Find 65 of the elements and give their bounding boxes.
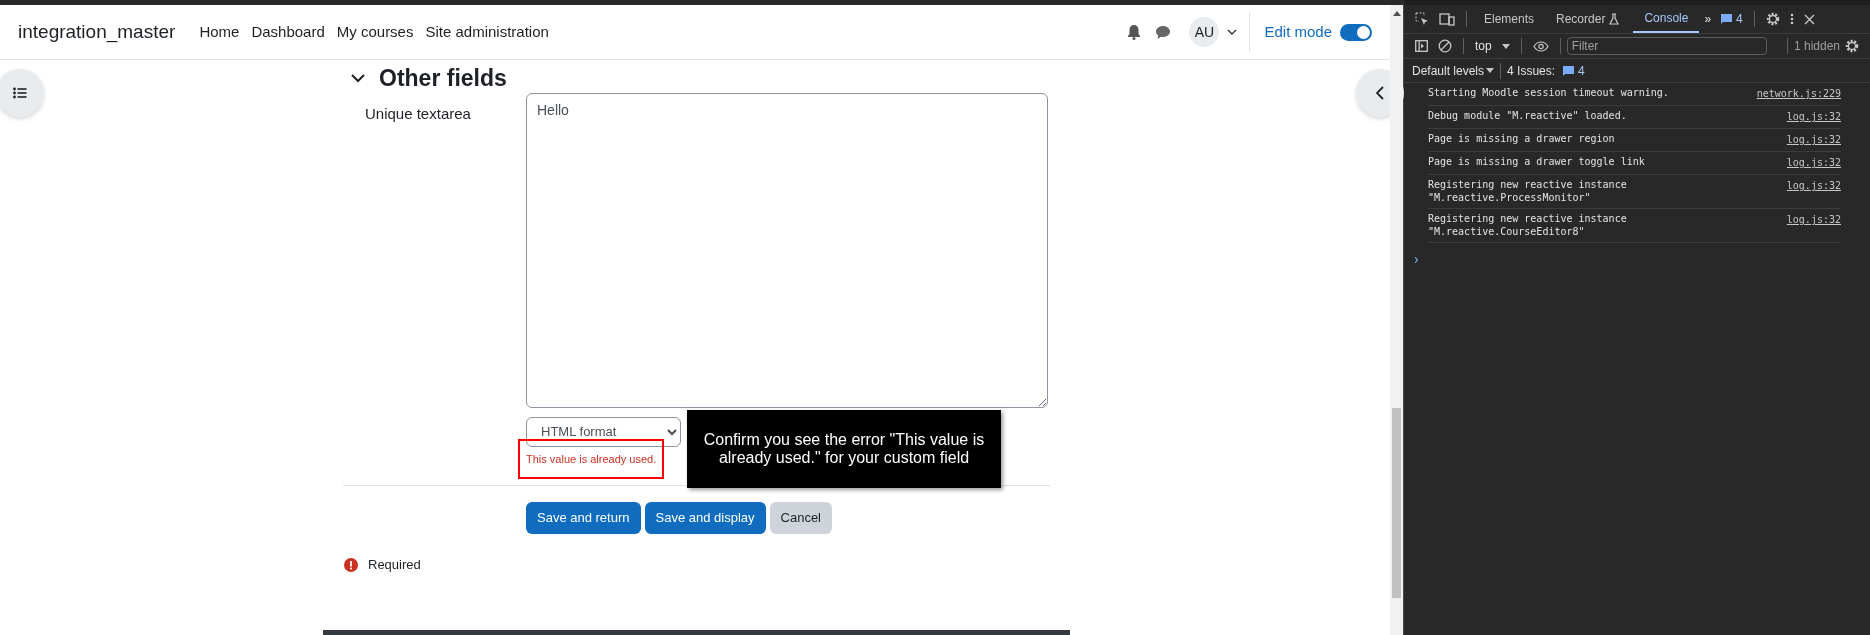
drawer-toggle-button[interactable] — [0, 69, 44, 117]
settings-icon[interactable] — [1765, 12, 1780, 26]
device-icon[interactable] — [1439, 12, 1455, 26]
kebab-menu-icon[interactable] — [1789, 13, 1794, 25]
source-link[interactable]: log.js:32 — [1786, 109, 1841, 124]
chat-icon[interactable] — [1155, 24, 1172, 40]
source-link[interactable]: log.js:32 — [1786, 155, 1841, 170]
hidden-count: 1 hidden — [1793, 38, 1840, 55]
console-message: Page is missing a drawer region — [1428, 132, 1615, 146]
submit-button[interactable]: Save and return — [526, 502, 641, 534]
console-message: Registering new reactive instance "M.reactive.CourseEditor8" — [1428, 212, 1627, 238]
list-icon — [13, 87, 27, 99]
console-message: Starting Moodle session timeout warning. — [1428, 86, 1669, 100]
exclamation-icon — [344, 557, 358, 572]
user-avatar[interactable]: AU — [1189, 17, 1220, 47]
settings-icon[interactable] — [1845, 39, 1859, 53]
close-icon[interactable] — [1803, 13, 1815, 25]
cancel-button[interactable]: Cancel — [769, 502, 832, 534]
site-name[interactable]: integration_master — [18, 17, 176, 47]
console-message: Debug module "M.reactive" loaded. — [1428, 109, 1627, 123]
flask-icon — [1609, 13, 1620, 25]
format-select[interactable]: HTML format — [526, 416, 681, 447]
more-tabs-button[interactable]: » — [1704, 10, 1712, 28]
levels-dropdown[interactable]: Default levels — [1412, 61, 1495, 80]
chevron-down-icon[interactable] — [351, 71, 365, 85]
eye-icon[interactable] — [1532, 40, 1549, 52]
edit-mode-toggle[interactable] — [1340, 23, 1372, 41]
devtools-tab[interactable]: Elements — [1473, 5, 1546, 33]
console-message: Registering new reactive instance "M.reactive.ProcessMonitor" — [1428, 178, 1627, 204]
submit-button[interactable]: Save and display — [644, 502, 766, 534]
filter-field[interactable]: Filter — [1566, 37, 1767, 55]
console-message: Page is missing a drawer toggle link — [1428, 155, 1645, 169]
chevron-left-icon — [1376, 86, 1384, 100]
source-link[interactable]: network.js:229 — [1756, 86, 1841, 101]
clear-icon[interactable] — [1438, 39, 1452, 53]
message-icon[interactable] — [1721, 14, 1733, 24]
error-message: This value is already used. — [526, 452, 657, 465]
source-link[interactable]: log.js:32 — [1786, 212, 1841, 238]
nav-link[interactable]: Site administration — [425, 20, 549, 44]
issues-badge[interactable]: 4 — [1563, 61, 1585, 80]
nav-link[interactable]: Dashboard — [251, 20, 325, 44]
devtools-tab[interactable]: Console — [1633, 5, 1700, 33]
issue-count[interactable]: 4 — [1736, 10, 1743, 28]
section-heading: Other fields — [379, 64, 507, 92]
devtools-tab[interactable]: Recorder — [1545, 5, 1617, 33]
nav-link[interactable]: Home — [199, 20, 240, 44]
field-label: Unique textarea — [364, 104, 472, 124]
inspect-icon[interactable] — [1415, 12, 1429, 26]
tooltip: Confirm you see the error "This value is already used." for your custom field — [687, 410, 1001, 488]
caret-icon[interactable] — [1227, 29, 1238, 35]
context-dropdown[interactable]: top — [1475, 37, 1510, 55]
console-prompt[interactable]: › — [1404, 243, 1426, 270]
text-area[interactable]: Hello — [526, 93, 1048, 408]
sidebar-icon[interactable] — [1415, 40, 1428, 52]
required-note: Required — [368, 556, 421, 574]
nav-link[interactable]: My courses — [336, 20, 414, 44]
message-icon — [1563, 65, 1575, 76]
dropdown-caret-icon — [1501, 43, 1510, 49]
scrollbar-thumb[interactable] — [1392, 408, 1401, 598]
source-link[interactable]: log.js:32 — [1786, 132, 1841, 147]
edit-mode-label: Edit mode — [1264, 21, 1332, 42]
bell-icon[interactable] — [1127, 24, 1142, 40]
dropdown-caret-icon — [1486, 68, 1495, 73]
source-link[interactable]: log.js:32 — [1786, 178, 1841, 204]
issues-label: 4 Issues: — [1507, 62, 1556, 80]
